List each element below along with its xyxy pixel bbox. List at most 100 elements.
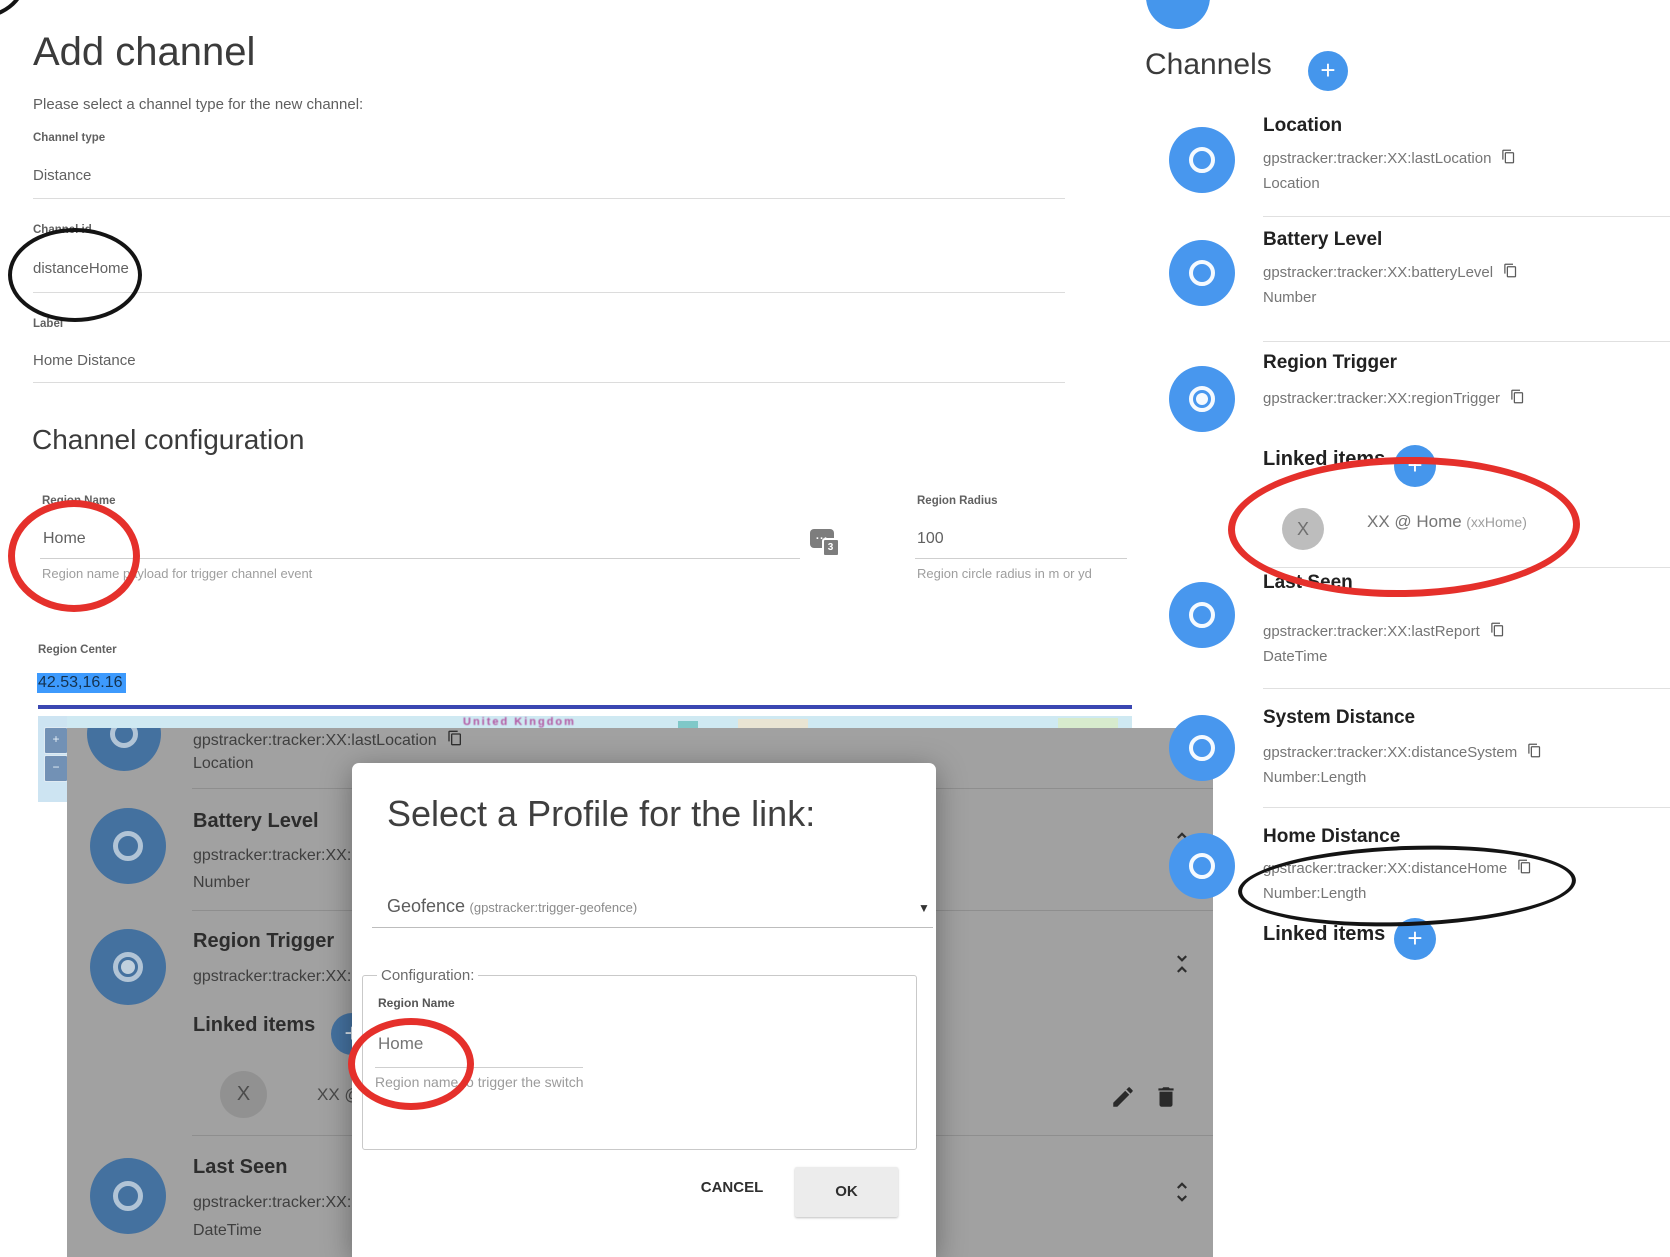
profile-select-value: Geofence	[387, 896, 465, 916]
configuration-fieldset: Configuration: Region Name Home Region n…	[362, 975, 917, 1150]
region-name-helper: Region name payload for trigger channel …	[42, 566, 312, 581]
channel-icon-system-distance	[1169, 715, 1235, 781]
linked-item[interactable]: XX @ Home (xxHome)	[1367, 512, 1527, 532]
channel-id-input[interactable]: distanceHome	[33, 260, 129, 277]
dialog-region-name-input[interactable]: Home	[378, 1034, 423, 1054]
map-zoom-in-button[interactable]: +	[44, 727, 68, 754]
channel-path: gpstracker:tracker:XX:lastReport	[1263, 621, 1505, 640]
channel-kind: DateTime	[1263, 648, 1327, 665]
channel-type-value[interactable]: Distance	[33, 167, 91, 184]
dialog-region-name-helper: Region name to trigger the switch	[375, 1074, 584, 1090]
channel-kind: Number	[1263, 289, 1316, 306]
profile-select[interactable]: Geofence (gpstracker:trigger-geofence)	[387, 896, 637, 917]
region-center-input[interactable]: 42.53,16.16	[37, 674, 126, 692]
channel-type-dimmed: Location	[193, 755, 254, 773]
channel-id-label: Channel id	[33, 224, 92, 236]
form-filler-extension-icon[interactable]: ...3	[810, 529, 834, 548]
cut-off-button[interactable]	[1146, 0, 1210, 29]
channel-icon-location-dimmed	[87, 728, 161, 771]
channels-title: Channels	[1145, 48, 1272, 82]
copy-icon[interactable]	[1517, 858, 1532, 875]
channel-id-underline	[33, 292, 1065, 293]
channel-type-dimmed: DateTime	[193, 1222, 262, 1240]
page-subtitle: Please select a channel type for the new…	[33, 96, 363, 113]
channel-icon-last-seen	[1169, 582, 1235, 648]
channel-title: Location	[1263, 115, 1342, 137]
channel-icon-trigger-dimmed	[90, 929, 166, 1005]
channel-title: System Distance	[1263, 707, 1415, 729]
channel-path: gpstracker:tracker:XX:distanceSystem	[1263, 742, 1542, 761]
label-underline	[33, 382, 1065, 383]
channel-icon-location	[1169, 127, 1235, 193]
item-avatar: X	[1282, 508, 1324, 550]
channel-kind: Number:Length	[1263, 769, 1366, 786]
region-name-input[interactable]: Home	[43, 530, 86, 548]
annotation-ellipse-region-name	[8, 500, 140, 612]
channel-title: Region Trigger	[1263, 352, 1397, 374]
add-channel-button[interactable]: +	[1308, 51, 1348, 91]
edit-icon[interactable]	[1110, 1084, 1136, 1110]
copy-icon[interactable]	[1510, 388, 1525, 405]
channel-type-dimmed: Number	[193, 874, 250, 892]
copy-icon[interactable]	[1501, 148, 1516, 165]
linked-item-id: (xxHome)	[1466, 514, 1527, 530]
map-edge: + −	[38, 716, 67, 802]
channel-icon-lastseen-dimmed	[90, 1158, 166, 1234]
configuration-legend: Configuration:	[377, 967, 478, 984]
channel-icon-battery-dimmed	[90, 808, 166, 884]
dropdown-caret-icon[interactable]: ▼	[918, 901, 930, 915]
channel-type-label: Channel type	[33, 132, 105, 144]
item-avatar-dimmed: X	[220, 1071, 267, 1118]
unfold-less-icon[interactable]	[1169, 950, 1195, 978]
region-radius-label: Region Radius	[917, 495, 998, 507]
channel-path-dimmed: gpstracker:tracker:XX:lastLocation	[193, 729, 463, 750]
add-linked-item-button[interactable]: +	[1394, 918, 1436, 960]
channel-config-title: Channel configuration	[32, 424, 304, 456]
channel-title-dimmed: Last Seen	[193, 1156, 287, 1179]
region-center-focus-underline	[38, 705, 1132, 709]
delete-icon[interactable]	[1153, 1084, 1179, 1110]
channel-type-underline	[33, 198, 1065, 199]
dialog-title: Select a Profile for the link:	[387, 793, 815, 835]
channel-path: gpstracker:tracker:XX:distanceHome	[1263, 858, 1532, 877]
channel-title-dimmed: Battery Level	[193, 810, 319, 833]
channel-path: gpstracker:tracker:XX:regionTrigger	[1263, 388, 1525, 407]
linked-items-header: Linked items	[1263, 923, 1385, 946]
channel-icon-battery	[1169, 240, 1235, 306]
region-name-label: Region Name	[42, 495, 116, 507]
channel-icon-region-trigger	[1169, 366, 1235, 432]
label-label: Label	[33, 318, 63, 330]
linked-items-header-dimmed: Linked items	[193, 1014, 315, 1037]
cancel-button[interactable]: CANCEL	[682, 1166, 782, 1210]
channel-path: gpstracker:tracker:XX:lastLocation	[1263, 148, 1516, 167]
select-profile-dialog: Select a Profile for the link: Geofence …	[352, 763, 936, 1257]
dialog-region-name-label: Region Name	[378, 996, 455, 1010]
region-radius-input[interactable]: 100	[917, 530, 944, 548]
channel-title: Last Seen	[1263, 572, 1353, 594]
channel-title-dimmed: Region Trigger	[193, 930, 334, 953]
map-country-label: United Kingdom	[463, 716, 576, 728]
channel-title: Home Distance	[1263, 826, 1400, 848]
copy-icon[interactable]	[1503, 262, 1518, 279]
selected-text: 42.53,16.16	[37, 673, 126, 693]
linked-item-name: XX @ Home	[1367, 512, 1462, 531]
add-linked-item-button[interactable]: +	[1394, 445, 1436, 487]
map-zoom-out-button[interactable]: −	[44, 755, 68, 782]
label-input[interactable]: Home Distance	[33, 352, 136, 369]
copy-icon[interactable]	[1490, 621, 1505, 638]
copy-icon[interactable]	[1527, 742, 1542, 759]
annotation-arc-corner	[0, 0, 26, 20]
unfold-more-icon[interactable]	[1169, 1178, 1195, 1206]
profile-select-id: (gpstracker:trigger-geofence)	[470, 900, 638, 915]
region-center-label: Region Center	[38, 644, 117, 656]
channel-kind: Location	[1263, 175, 1320, 192]
region-radius-underline	[915, 558, 1127, 559]
screen: Add channel Please select a channel type…	[0, 0, 1670, 1257]
copy-icon[interactable]	[447, 729, 463, 747]
page-title: Add channel	[33, 30, 255, 75]
channel-kind: Number:Length	[1263, 885, 1366, 902]
linked-items-header: Linked items	[1263, 448, 1385, 471]
channel-title: Battery Level	[1263, 229, 1382, 251]
channel-icon-home-distance	[1169, 833, 1235, 899]
ok-button[interactable]: OK	[795, 1167, 898, 1217]
